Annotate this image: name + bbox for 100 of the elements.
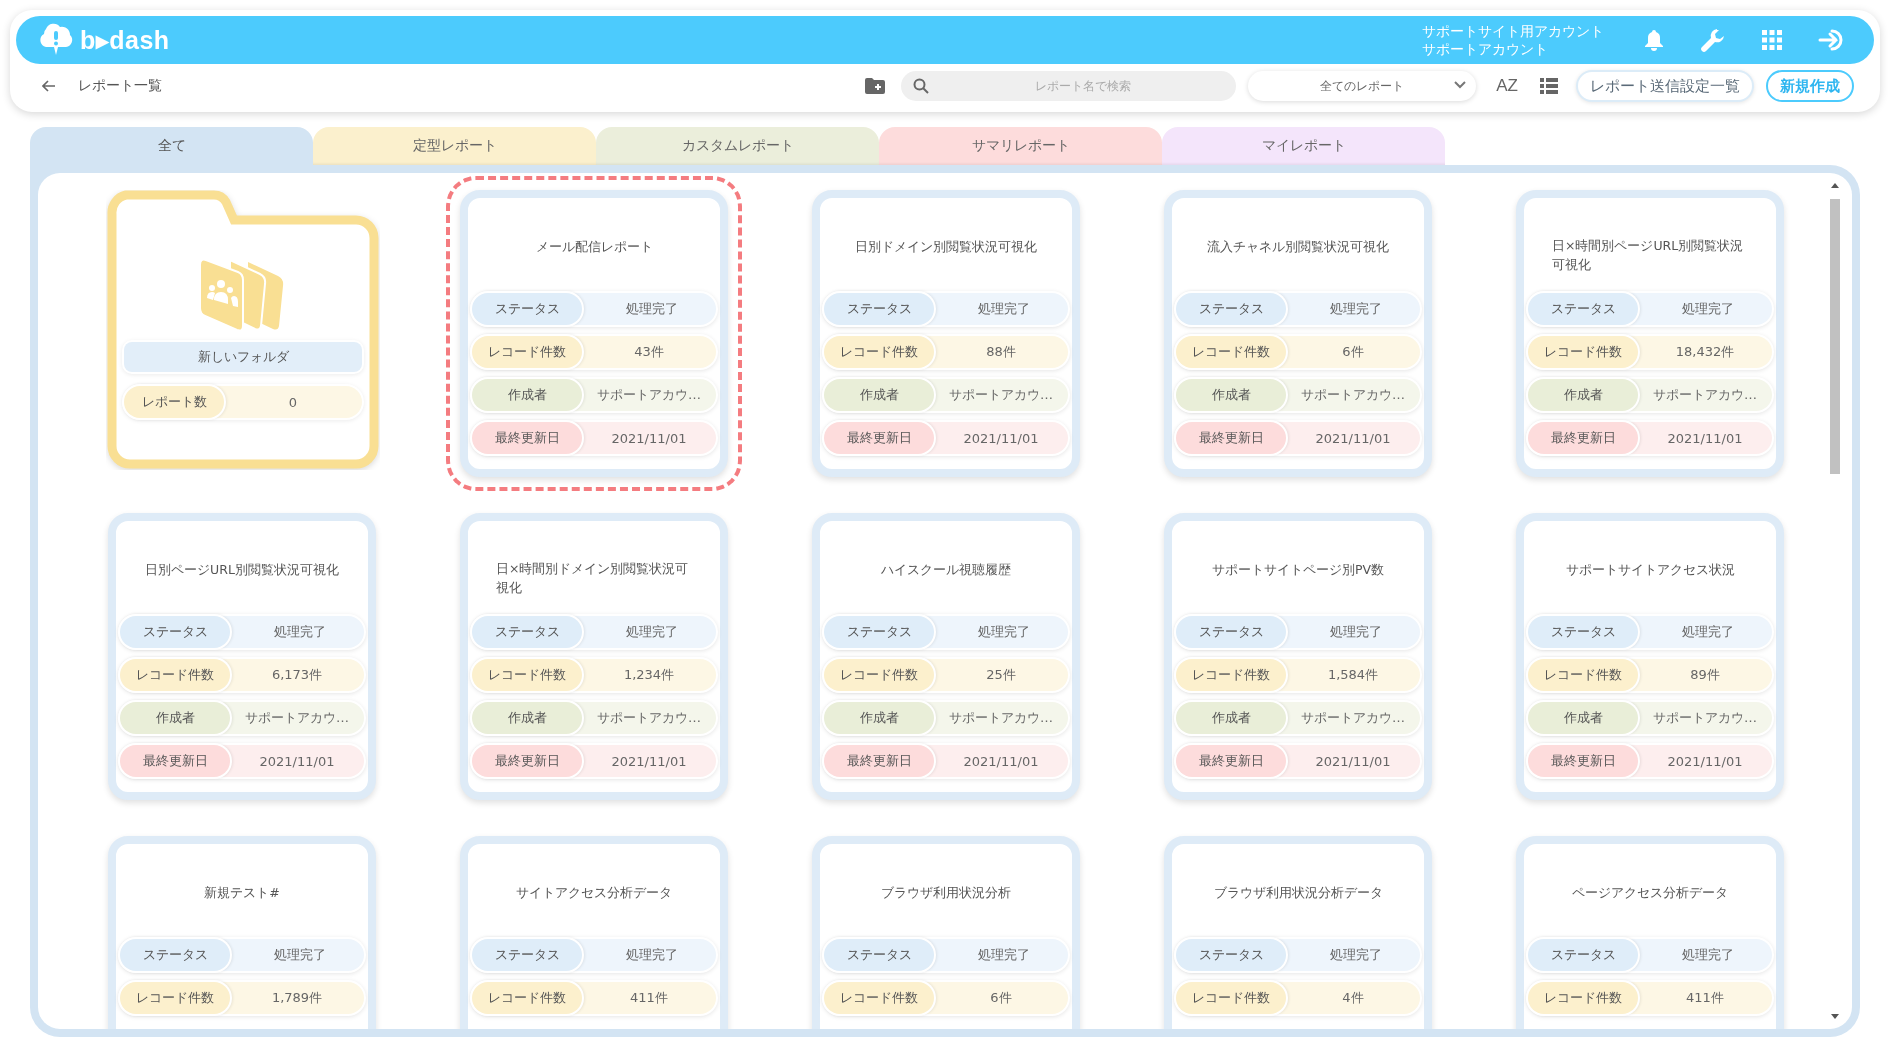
record-count-label: レコード件数 bbox=[472, 336, 582, 368]
record-count-label: レコード件数 bbox=[1176, 659, 1286, 691]
last-updated-label: 最終更新日 bbox=[1528, 422, 1638, 454]
sort-button[interactable]: AZ bbox=[1496, 76, 1518, 96]
add-folder-icon[interactable] bbox=[865, 78, 886, 94]
last-updated-value: 2021/11/01 bbox=[1667, 430, 1743, 446]
author-value: サポートアカウ… bbox=[1653, 386, 1757, 404]
last-updated-value: 2021/11/01 bbox=[1315, 430, 1391, 446]
report-title: ハイスクール視聴履歴 bbox=[881, 561, 1011, 579]
scrollbar-thumb[interactable] bbox=[1830, 199, 1840, 474]
page-title: レポート一覧 bbox=[78, 77, 162, 95]
record-count-value: 88件 bbox=[986, 343, 1016, 361]
record-count-label: レコード件数 bbox=[120, 982, 230, 1014]
folder-name: 新しいフォルダ bbox=[124, 342, 362, 372]
record-count-value: 1,584件 bbox=[1327, 666, 1379, 684]
status-label: ステータス bbox=[1528, 616, 1638, 648]
status-label: ステータス bbox=[1176, 293, 1286, 325]
status-label: ステータス bbox=[120, 939, 230, 971]
report-count-label: レポート数 bbox=[124, 386, 224, 418]
report-card[interactable]: メール配信レポート ステータス 処理完了 レコード件数 43件 作成者 サポートアカウ… 最終更新日 2021/11/01 bbox=[446, 176, 742, 491]
status-value: 処理完了 bbox=[1682, 623, 1734, 641]
tab[interactable]: マイレポート bbox=[1162, 127, 1445, 165]
back-arrow-icon[interactable] bbox=[42, 80, 56, 92]
author-value: サポートアカウ… bbox=[949, 386, 1053, 404]
record-count-value: 411件 bbox=[1686, 989, 1724, 1007]
report-title: 日×時間別ページURL別閲覧状況可視化 bbox=[1552, 237, 1745, 274]
last-updated-label: 最終更新日 bbox=[824, 422, 934, 454]
report-filter-dropdown[interactable]: 全てのレポート bbox=[1248, 71, 1477, 101]
status-label: ステータス bbox=[824, 293, 934, 325]
record-count-value: 4件 bbox=[1342, 989, 1364, 1007]
last-updated-label: 最終更新日 bbox=[472, 422, 582, 454]
record-count-value: 6件 bbox=[1342, 343, 1364, 361]
last-updated-value: 2021/11/01 bbox=[1667, 753, 1743, 769]
report-count-value: 0 bbox=[287, 393, 299, 412]
author-label: 作成者 bbox=[120, 702, 230, 734]
status-label: ステータス bbox=[1176, 939, 1286, 971]
report-title: サイトアクセス分析データ bbox=[516, 884, 672, 902]
author-label: 作成者 bbox=[824, 379, 934, 411]
status-label: ステータス bbox=[472, 616, 582, 648]
status-label: ステータス bbox=[1528, 293, 1638, 325]
tab[interactable]: カスタムレポート bbox=[596, 127, 879, 165]
last-updated-value: 2021/11/01 bbox=[963, 753, 1039, 769]
search-field[interactable]: レポート名で検索 bbox=[929, 78, 1237, 94]
account-name: サポートサイト用アカウント サポートアカウント bbox=[1422, 22, 1604, 58]
last-updated-label: 最終更新日 bbox=[1176, 745, 1286, 777]
status-value: 処理完了 bbox=[1330, 300, 1382, 318]
report-title: 流入チャネル別閲覧状況可視化 bbox=[1207, 238, 1389, 256]
record-count-label: レコード件数 bbox=[1528, 659, 1638, 691]
bell-icon[interactable] bbox=[1644, 29, 1664, 51]
record-count-label: レコード件数 bbox=[1528, 336, 1638, 368]
author-value: サポートアカウ… bbox=[1301, 709, 1405, 727]
status-value: 処理完了 bbox=[1682, 946, 1734, 964]
last-updated-value: 2021/11/01 bbox=[611, 753, 687, 769]
tab[interactable]: 全て bbox=[30, 127, 313, 165]
report-title: 新規テスト# bbox=[204, 884, 280, 902]
tab[interactable]: サマリレポート bbox=[879, 127, 1162, 165]
list-view-icon[interactable] bbox=[1540, 78, 1558, 94]
report-title: ブラウザ利用状況分析データ bbox=[1213, 884, 1383, 902]
author-value: サポートアカウ… bbox=[1301, 386, 1405, 404]
logo-text: b▸dash bbox=[80, 25, 170, 55]
last-updated-label: 最終更新日 bbox=[120, 745, 230, 777]
record-count-label: レコード件数 bbox=[120, 659, 230, 691]
record-count-value: 1,234件 bbox=[623, 666, 675, 684]
record-count-value: 6件 bbox=[990, 989, 1012, 1007]
author-value: サポートアカウ… bbox=[1653, 709, 1757, 727]
author-label: 作成者 bbox=[1528, 379, 1638, 411]
apps-grid-icon[interactable] bbox=[1762, 30, 1782, 50]
search-box[interactable]: レポート名で検索 bbox=[901, 71, 1237, 101]
status-value: 処理完了 bbox=[978, 946, 1030, 964]
scroll-up-icon[interactable] bbox=[1831, 183, 1839, 188]
report-title: サポートサイトページ別PV数 bbox=[1211, 561, 1385, 579]
record-count-label: レコード件数 bbox=[1176, 982, 1286, 1014]
record-count-value: 6,173件 bbox=[271, 666, 323, 684]
status-label: ステータス bbox=[1176, 616, 1286, 648]
report-title: サポートサイトアクセス状況 bbox=[1565, 561, 1735, 579]
status-value: 処理完了 bbox=[274, 946, 326, 964]
record-count-label: レコード件数 bbox=[1528, 982, 1638, 1014]
record-count-label: レコード件数 bbox=[1176, 336, 1286, 368]
record-count-value: 25件 bbox=[986, 666, 1016, 684]
last-updated-value: 2021/11/01 bbox=[963, 430, 1039, 446]
record-count-value: 411件 bbox=[630, 989, 668, 1007]
scroll-down-icon[interactable] bbox=[1831, 1014, 1839, 1019]
settings-icon[interactable] bbox=[1700, 27, 1726, 53]
author-label: 作成者 bbox=[472, 379, 582, 411]
record-count-label: レコード件数 bbox=[824, 336, 934, 368]
folder-card[interactable]: 新しいフォルダ レポート数 0 bbox=[106, 190, 380, 470]
status-label: ステータス bbox=[472, 939, 582, 971]
status-label: ステータス bbox=[824, 939, 934, 971]
last-updated-label: 最終更新日 bbox=[472, 745, 582, 777]
tab[interactable]: 定型レポート bbox=[313, 127, 596, 165]
last-updated-value: 2021/11/01 bbox=[1315, 753, 1391, 769]
last-updated-label: 最終更新日 bbox=[824, 745, 934, 777]
send-settings-button[interactable]: レポート送信設定一覧 bbox=[1576, 70, 1754, 102]
last-updated-label: 最終更新日 bbox=[1176, 422, 1286, 454]
author-label: 作成者 bbox=[1176, 702, 1286, 734]
report-title: 日別ページURL別閲覧状況可視化 bbox=[145, 561, 339, 579]
status-value: 処理完了 bbox=[978, 623, 1030, 641]
status-label: ステータス bbox=[824, 616, 934, 648]
record-count-value: 43件 bbox=[634, 343, 664, 361]
record-count-label: レコード件数 bbox=[472, 659, 582, 691]
